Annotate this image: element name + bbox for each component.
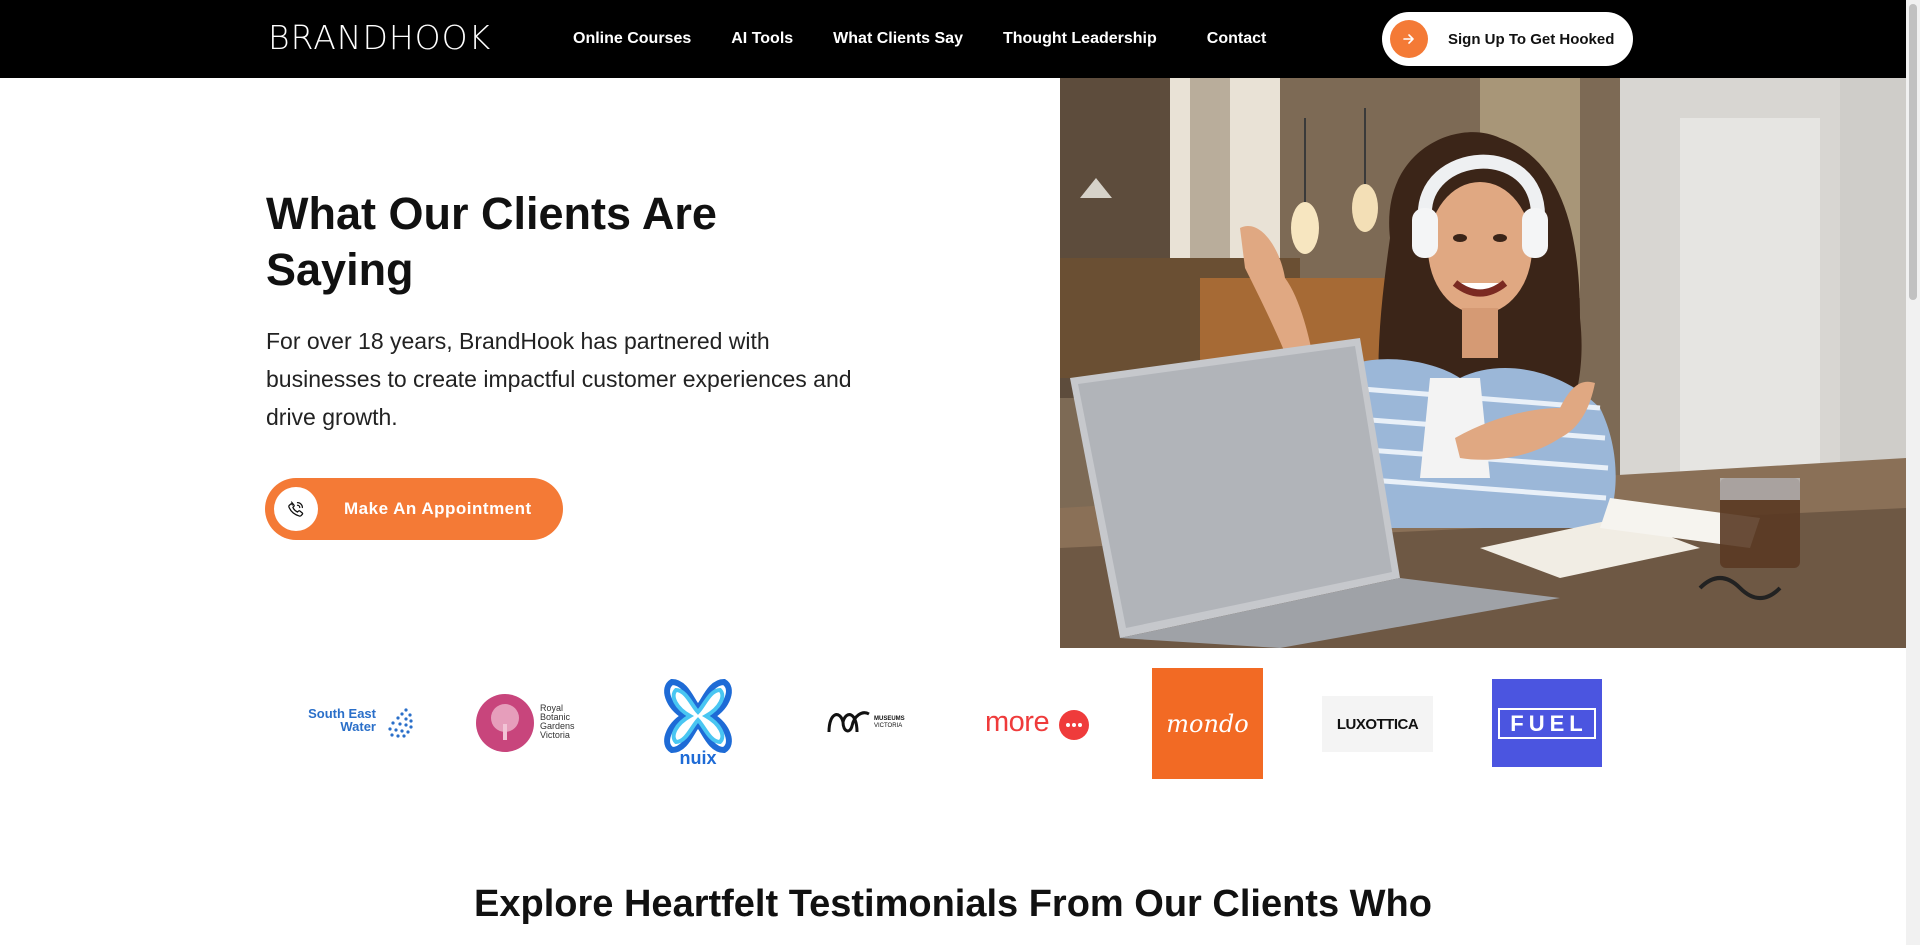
phone-icon	[274, 487, 318, 531]
more-dots-icon	[1059, 710, 1089, 740]
mondo-logo: mondo	[1152, 668, 1263, 779]
main-nav: Online Courses AI Tools What Clients Say…	[573, 0, 1306, 78]
nav-what-clients-say[interactable]: What Clients Say	[833, 30, 963, 48]
nuix-logo: nuix	[662, 678, 734, 770]
luxottica-logo: LUXOTTICA	[1322, 696, 1433, 752]
more-logo: more	[985, 704, 1095, 744]
woman-with-headphones-photo	[1060, 78, 1906, 648]
botanic-line4: Victoria	[540, 730, 570, 740]
scrollbar-thumb[interactable]	[1909, 4, 1917, 300]
testimonials-heading: Explore Heartfelt Testimonials From Our …	[0, 878, 1906, 930]
sign-up-button[interactable]: Sign Up To Get Hooked	[1382, 12, 1633, 66]
page-scrollbar[interactable]	[1906, 0, 1920, 945]
more-wordmark: more	[985, 706, 1050, 738]
nav-thought-leadership[interactable]: Thought Leadership	[1003, 30, 1157, 48]
tree-icon	[476, 694, 534, 752]
museums-line1: MUSEUMS	[874, 716, 905, 722]
water-dots-icon	[388, 708, 413, 738]
appointment-label: Make An Appointment	[344, 499, 532, 518]
nav-online-courses[interactable]: Online Courses	[573, 30, 691, 48]
mondo-wordmark: mondo	[1166, 709, 1249, 738]
south-east-water-logo: South East Water	[304, 706, 414, 742]
client-logos-strip: South East Water Royal Botanic Gardens V…	[0, 668, 1906, 780]
site-header: BRANDHOOK Online Courses AI Tools What C…	[0, 0, 1906, 78]
page-title: What Our Clients Are Saying	[266, 188, 717, 295]
nuix-x-icon	[664, 678, 732, 754]
sign-up-label: Sign Up To Get Hooked	[1448, 30, 1615, 48]
fuel-wordmark: FUEL	[1498, 707, 1596, 739]
brandhook-logo[interactable]: BRANDHOOK	[268, 18, 491, 57]
museums-victoria-logo: MUSEUMS VICTORIA	[826, 706, 936, 740]
museums-mark-icon	[827, 711, 870, 733]
make-appointment-button[interactable]: Make An Appointment	[265, 478, 563, 540]
arrow-right-icon	[1390, 20, 1428, 58]
museums-line2: VICTORIA	[874, 723, 903, 729]
hero-subtitle: For over 18 years, BrandHook has partner…	[266, 328, 852, 430]
luxottica-wordmark: LUXOTTICA	[1336, 715, 1419, 733]
nav-contact[interactable]: Contact	[1207, 30, 1267, 48]
nav-ai-tools[interactable]: AI Tools	[731, 30, 793, 48]
royal-botanic-gardens-logo: Royal Botanic Gardens Victoria	[476, 694, 586, 756]
nuix-wordmark: nuix	[679, 748, 717, 768]
fuel-logo: FUEL	[1492, 679, 1602, 767]
testimonials-heading-bold: Explore Heartfelt Testimonials From Our …	[474, 883, 1340, 925]
testimonials-heading-rest: Who	[1339, 883, 1432, 925]
south-east-water-line2: Water	[340, 719, 376, 734]
